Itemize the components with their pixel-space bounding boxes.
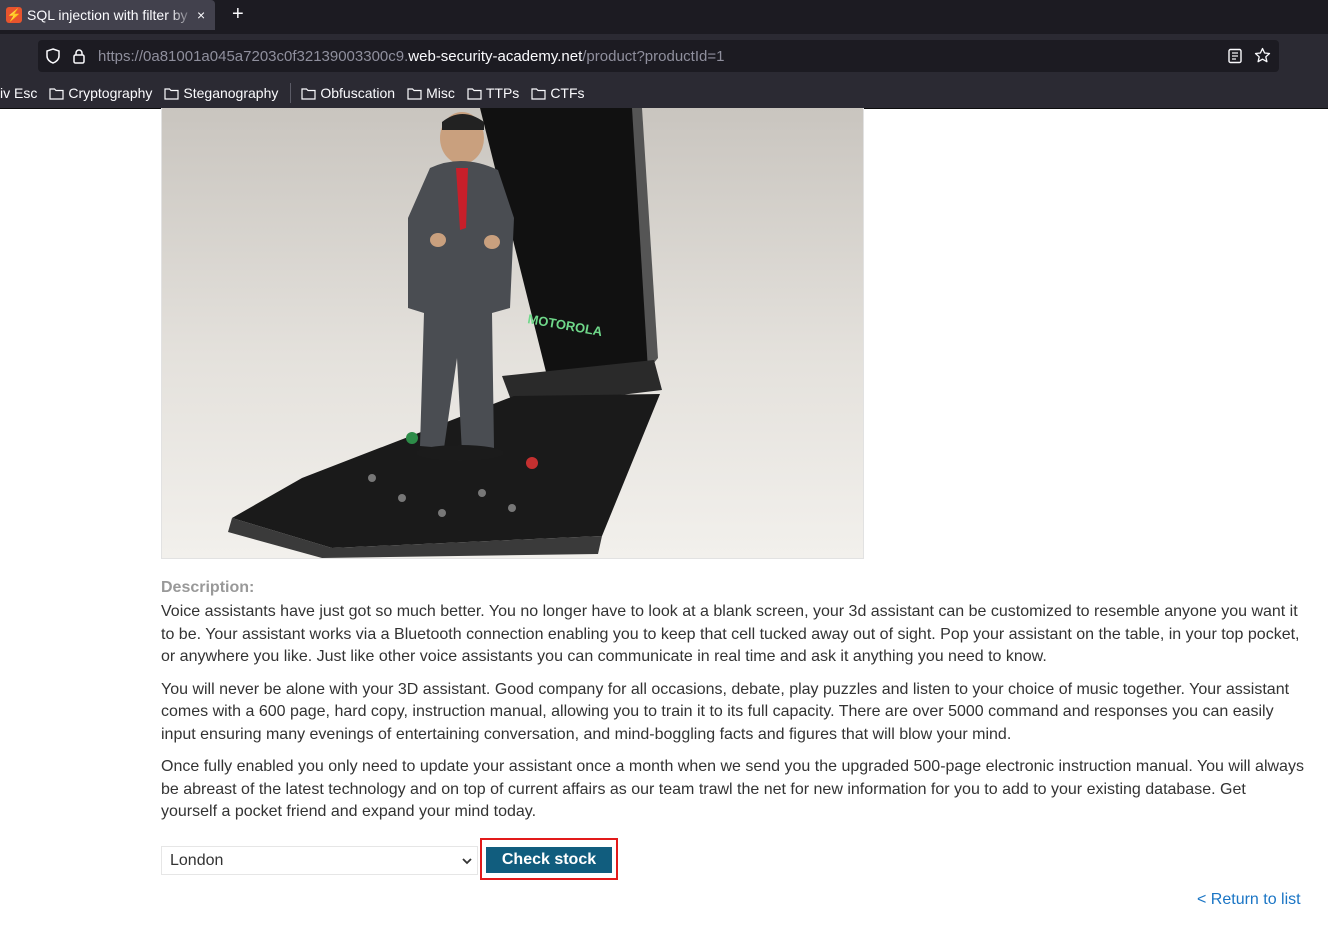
url-prefix: https://0a81001a045a7203c0f32139003300c9… xyxy=(98,47,409,65)
keypad-call-key xyxy=(406,432,418,444)
url-path: /product?productId=1 xyxy=(582,47,725,65)
bookmark-folder-misc[interactable]: Misc xyxy=(407,85,455,101)
folder-icon xyxy=(467,87,482,100)
tab-bar: ⚡ SQL injection with filter by × + xyxy=(0,0,1328,34)
keypad-key xyxy=(438,509,446,517)
tab-title: SQL injection with filter by xyxy=(27,7,188,23)
keypad-key xyxy=(478,489,486,497)
lightning-favicon-icon: ⚡ xyxy=(6,7,22,23)
description-paragraph: You will never be alone with your 3D ass… xyxy=(161,680,1290,743)
description-paragraph: Once fully enabled you only need to upda… xyxy=(161,758,1304,820)
shield-icon[interactable] xyxy=(46,48,60,64)
folder-icon xyxy=(531,87,546,100)
product-photo: MOTOROLA xyxy=(228,108,662,558)
url-domain: web-security-academy.net xyxy=(408,47,583,65)
bookmark-partial[interactable]: iv Esc xyxy=(0,85,37,101)
store-select-value: London xyxy=(170,851,224,869)
bookmarks-toolbar: iv Esc Cryptography Steganography Obfusc… xyxy=(0,78,1328,109)
url-bar[interactable]: https://0a81001a045a7203c0f32139003300c9… xyxy=(38,40,1279,72)
bookmark-folder-ctfs[interactable]: CTFs xyxy=(531,85,585,101)
new-tab-button[interactable]: + xyxy=(232,4,244,24)
folder-icon xyxy=(49,87,64,100)
bookmark-star-icon[interactable] xyxy=(1254,47,1271,64)
reader-view-icon[interactable] xyxy=(1227,48,1243,64)
bookmark-label: Cryptography xyxy=(68,85,153,101)
return-to-list-link[interactable]: < Return to list xyxy=(1197,891,1301,909)
bookmark-folder-obfuscation[interactable]: Obfuscation xyxy=(301,85,395,101)
lock-icon[interactable] xyxy=(72,48,86,64)
figure-hand xyxy=(484,235,500,249)
description-body: Voice assistants have just got so much b… xyxy=(161,601,1306,834)
bookmark-label: Obfuscation xyxy=(320,85,396,101)
bookmark-folder-cryptography[interactable]: Cryptography xyxy=(49,85,152,101)
bookmark-label: Steganography xyxy=(183,85,279,101)
navigation-bar: https://0a81001a045a7203c0f32139003300c9… xyxy=(0,34,1328,78)
bookmark-folder-steganography[interactable]: Steganography xyxy=(164,85,278,101)
folder-icon xyxy=(164,87,179,100)
check-stock-button[interactable]: Check stock xyxy=(486,847,612,873)
chevron-down-icon xyxy=(462,858,472,865)
close-tab-icon[interactable]: × xyxy=(197,7,205,23)
keypad-end-key xyxy=(526,457,538,469)
url-text[interactable]: https://0a81001a045a7203c0f32139003300c9… xyxy=(98,48,724,65)
keypad-key xyxy=(508,504,516,512)
figure-hair xyxy=(442,114,484,130)
product-image: MOTOROLA xyxy=(161,108,864,559)
keypad-key xyxy=(398,494,406,502)
figure-shoes xyxy=(416,445,504,461)
folder-icon xyxy=(301,87,316,100)
bookmark-label: TTPs xyxy=(485,85,520,101)
bookmark-label: CTFs xyxy=(550,85,585,101)
description-paragraph: Voice assistants have just got so much b… xyxy=(161,603,1300,665)
keypad-key xyxy=(368,474,376,482)
bookmark-folder-ttps[interactable]: TTPs xyxy=(467,85,519,101)
description-heading: Description: xyxy=(161,579,255,596)
bookmark-label: iv Esc xyxy=(0,85,38,101)
bookmark-separator xyxy=(290,83,292,103)
browser-tab[interactable]: ⚡ SQL injection with filter by × xyxy=(0,0,215,30)
store-select[interactable]: London xyxy=(161,846,478,875)
figure-hand xyxy=(430,233,446,247)
folder-icon xyxy=(407,87,422,100)
bookmark-label: Misc xyxy=(426,85,455,101)
